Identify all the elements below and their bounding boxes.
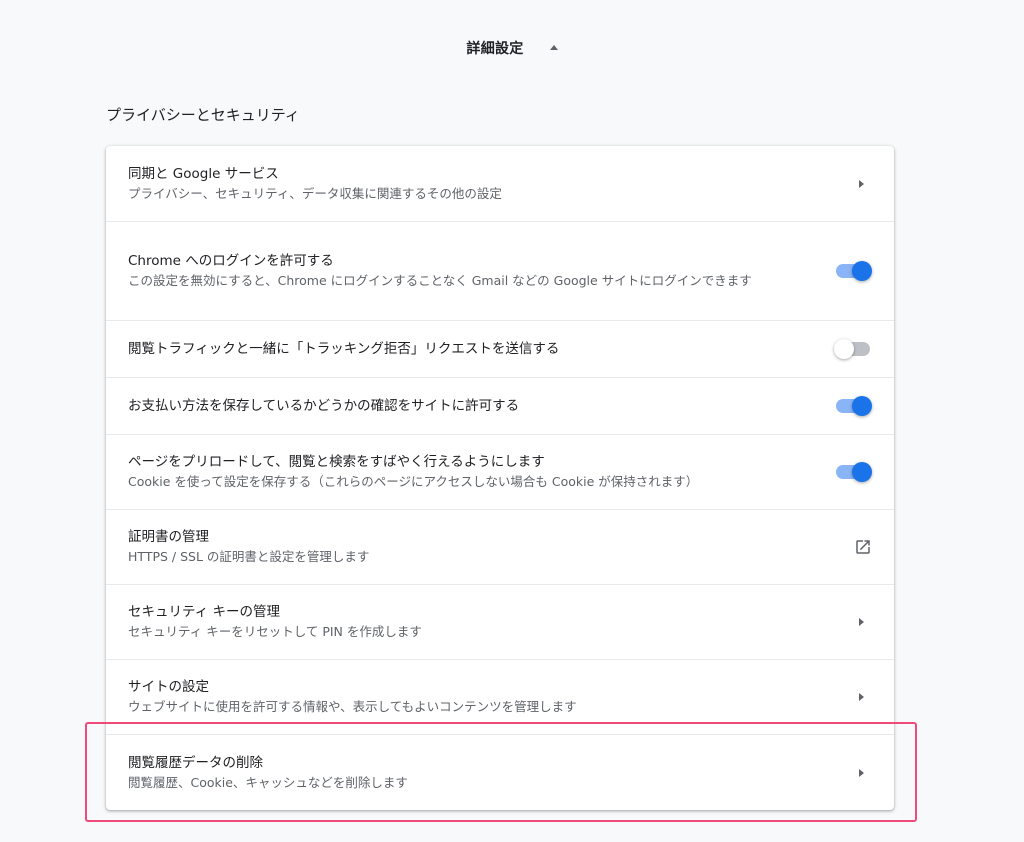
row-sublabel: プライバシー、セキュリティ、データ収集に関連するその他の設定 bbox=[128, 185, 502, 201]
toggle-switch[interactable] bbox=[836, 261, 872, 281]
row-label: セキュリティ キーの管理 bbox=[128, 604, 280, 620]
row-payment-methods-check: お支払い方法を保存しているかどうかの確認をサイトに許可する bbox=[106, 377, 894, 434]
chevron-right-icon[interactable] bbox=[859, 768, 864, 777]
row-label: サイトの設定 bbox=[128, 679, 209, 695]
chevron-right-icon[interactable] bbox=[859, 618, 864, 626]
row-clear-browsing-data[interactable]: 閲覧履歴データの削除 閲覧履歴、Cookie、キャッシュなどを削除します bbox=[106, 734, 894, 810]
row-label: Chrome へのログインを許可する bbox=[128, 253, 334, 269]
row-label: 証明書の管理 bbox=[128, 529, 209, 545]
row-preload-pages: ページをプリロードして、閲覧と検索をすばやく行えるようにします Cookie を… bbox=[106, 434, 894, 509]
row-sublabel: Cookie を使って設定を保存する（これらのページにアクセスしない場合も Co… bbox=[128, 474, 699, 489]
row-site-settings[interactable]: サイトの設定 ウェブサイトに使用を許可する情報や、表示してもよいコンテンツを管理… bbox=[106, 659, 894, 734]
toggle-knob bbox=[852, 261, 872, 281]
row-sublabel: HTTPS / SSL の証明書と設定を管理します bbox=[128, 549, 370, 564]
chevron-right-icon[interactable] bbox=[859, 693, 864, 701]
toggle-knob bbox=[834, 339, 854, 359]
row-do-not-track: 閲覧トラフィックと一緒に「トラッキング拒否」リクエストを送信する bbox=[106, 320, 894, 377]
row-sublabel: この設定を無効にすると、Chrome にログインすることなく Gmail などの… bbox=[128, 273, 752, 288]
advanced-settings-title: 詳細設定 bbox=[466, 41, 524, 57]
toggle-switch[interactable] bbox=[834, 339, 872, 359]
toggle-knob bbox=[852, 462, 872, 482]
external-link-icon[interactable] bbox=[854, 538, 872, 556]
advanced-settings-header[interactable]: 詳細設定 bbox=[0, 37, 1024, 59]
row-sublabel: ウェブサイトに使用を許可する情報や、表示してもよいコンテンツを管理します bbox=[128, 699, 577, 714]
row-label: 閲覧トラフィックと一緒に「トラッキング拒否」リクエストを送信する bbox=[128, 341, 560, 357]
row-label: 同期と Google サービス bbox=[128, 165, 279, 182]
toggle-knob bbox=[852, 396, 872, 416]
row-allow-chrome-signin: Chrome へのログインを許可する この設定を無効にすると、Chrome にロ… bbox=[106, 221, 894, 320]
chevron-right-icon[interactable] bbox=[859, 179, 864, 188]
caret-up-icon bbox=[549, 44, 558, 50]
row-sublabel: セキュリティ キーをリセットして PIN を作成します bbox=[128, 624, 422, 639]
row-sync-google-services[interactable]: 同期と Google サービス プライバシー、セキュリティ、データ収集に関連する… bbox=[106, 146, 894, 221]
row-label: お支払い方法を保存しているかどうかの確認をサイトに許可する bbox=[128, 398, 520, 414]
privacy-security-card: 同期と Google サービス プライバシー、セキュリティ、データ収集に関連する… bbox=[106, 146, 894, 810]
toggle-switch[interactable] bbox=[836, 396, 872, 416]
row-security-keys[interactable]: セキュリティ キーの管理 セキュリティ キーをリセットして PIN を作成します bbox=[106, 584, 894, 659]
section-title: プライバシーとセキュリティ bbox=[106, 106, 300, 124]
toggle-switch[interactable] bbox=[836, 462, 872, 482]
row-label: 閲覧履歴データの削除 bbox=[128, 754, 263, 771]
row-manage-certificates[interactable]: 証明書の管理 HTTPS / SSL の証明書と設定を管理します bbox=[106, 509, 894, 584]
row-label: ページをプリロードして、閲覧と検索をすばやく行えるようにします bbox=[128, 454, 545, 470]
row-sublabel: 閲覧履歴、Cookie、キャッシュなどを削除します bbox=[128, 774, 408, 790]
